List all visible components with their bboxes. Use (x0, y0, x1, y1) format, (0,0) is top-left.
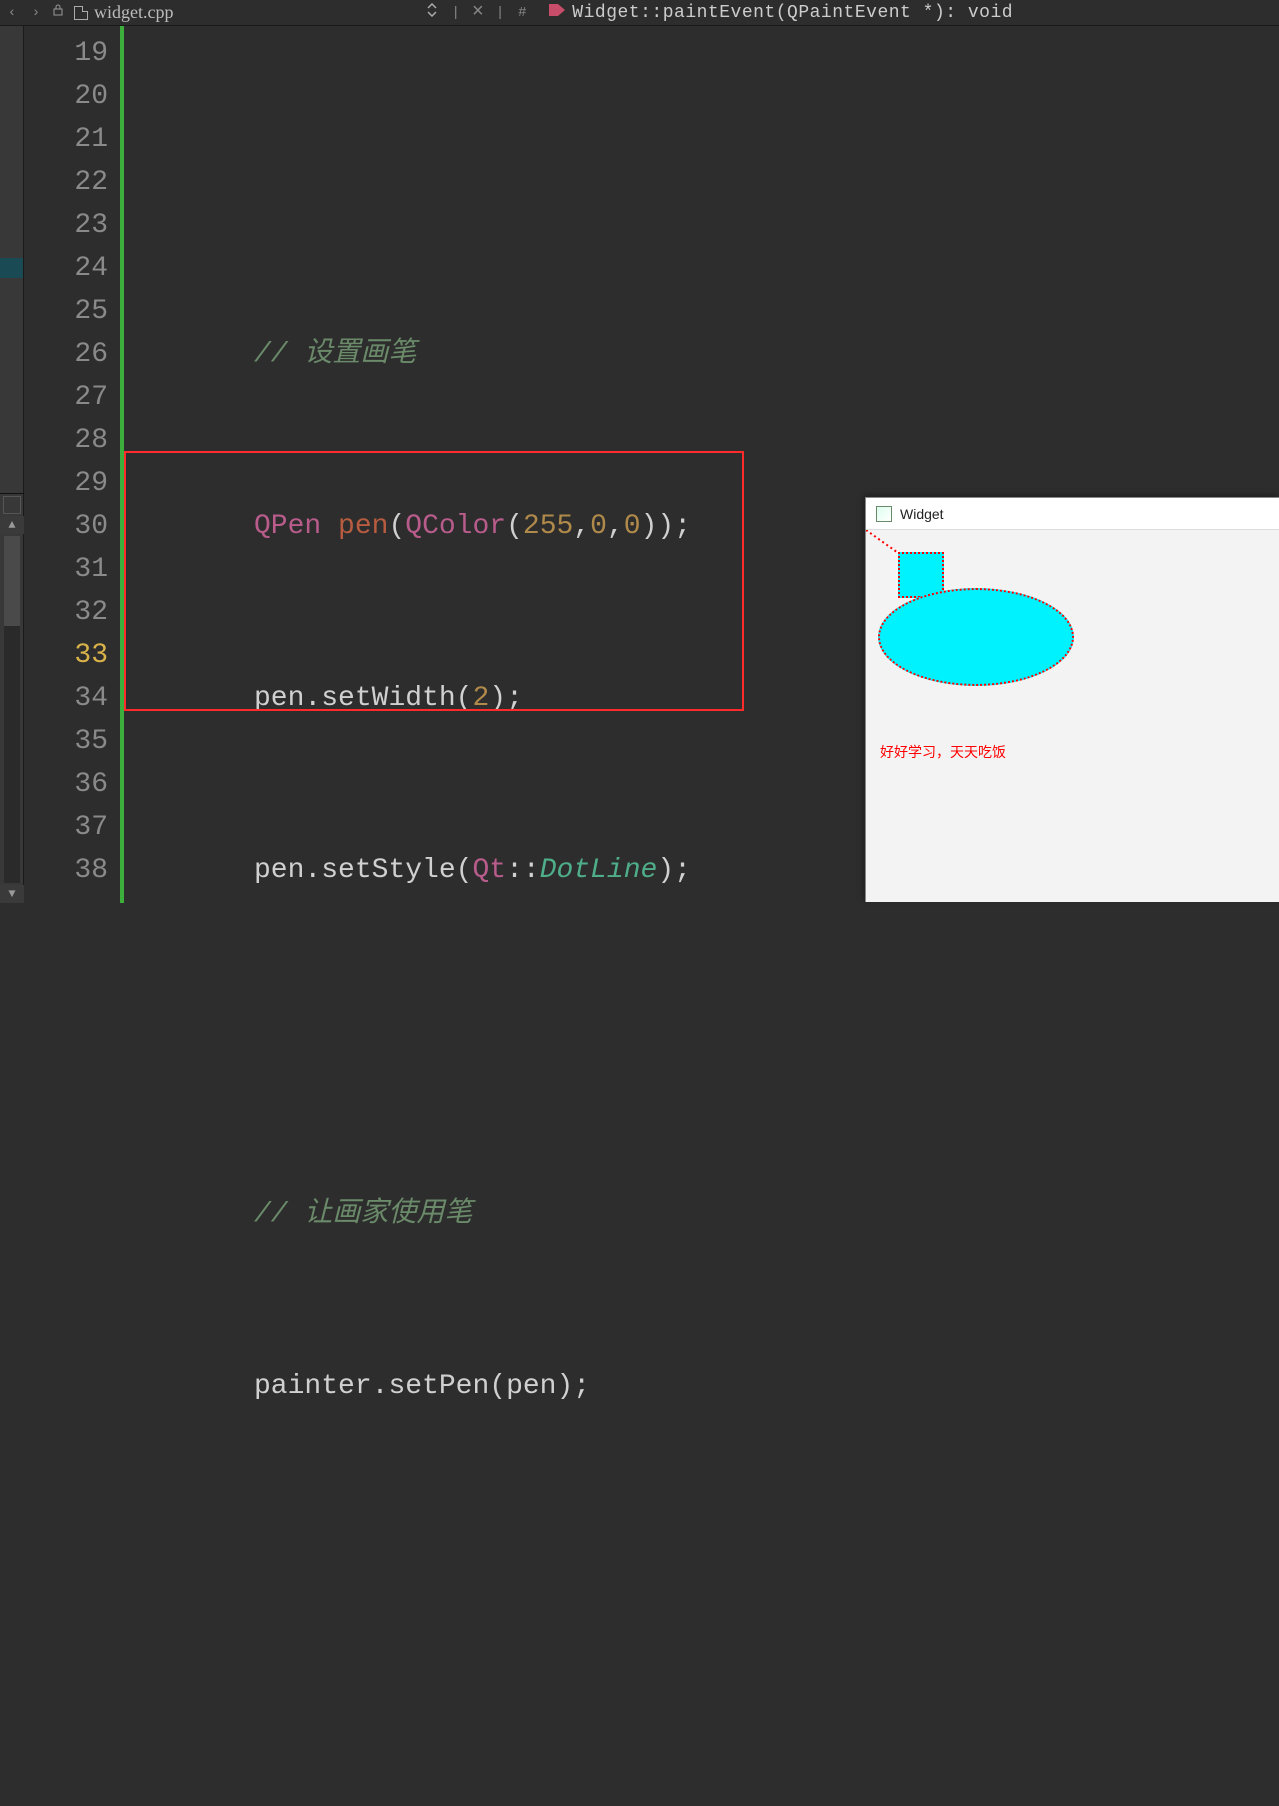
line-number: 38 (24, 849, 108, 892)
file-switcher-icon[interactable] (419, 3, 445, 22)
window-title: Widget (900, 506, 944, 522)
line-number: 32 (24, 591, 108, 634)
widget-preview-window[interactable]: Widget 好好学习，天天吃饭 (865, 497, 1279, 902)
window-titlebar[interactable]: Widget (866, 498, 1279, 530)
file-icon (74, 6, 88, 20)
hash-icon[interactable]: # (510, 5, 534, 21)
drawn-ellipse (878, 588, 1074, 686)
drawn-text: 好好学习，天天吃饭 (880, 742, 1006, 762)
line-number: 27 (24, 376, 108, 419)
nav-back-button[interactable]: ‹ (0, 5, 24, 21)
scroll-down-icon[interactable]: ▼ (0, 885, 24, 903)
scroll-up-icon[interactable]: ▲ (0, 516, 24, 534)
line-number: 25 (24, 290, 108, 333)
line-number: 31 (24, 548, 108, 591)
file-name: widget.cpp (94, 2, 173, 23)
app-icon (876, 506, 892, 522)
line-number: 34 (24, 677, 108, 720)
annotation-highlight-box (124, 451, 744, 711)
line-number: 35 (24, 720, 108, 763)
overview-scrollbar[interactable]: ▲ ▼ (0, 493, 24, 903)
nav-forward-button[interactable]: › (24, 5, 48, 21)
painted-canvas: 好好学习，天天吃饭 (866, 530, 1279, 902)
line-number: 23 (24, 204, 108, 247)
separator: | (490, 5, 510, 21)
line-number: 21 (24, 118, 108, 161)
line-number: 19 (24, 32, 108, 75)
line-number: 26 (24, 333, 108, 376)
line-number: 28 (24, 419, 108, 462)
close-button[interactable]: × (466, 1, 490, 24)
bookmark-marker[interactable] (0, 258, 23, 278)
line-number: 30 (24, 505, 108, 548)
lock-icon (48, 4, 68, 21)
scroll-thumb[interactable] (4, 536, 20, 626)
symbol-breadcrumb[interactable]: Widget::paintEvent(QPaintEvent *): void (572, 3, 1013, 23)
line-number: 24 (24, 247, 108, 290)
line-number: 37 (24, 806, 108, 849)
line-number: 29 (24, 462, 108, 505)
line-number: 36 (24, 763, 108, 806)
file-tab[interactable]: widget.cpp (68, 2, 179, 23)
tag-icon (548, 3, 566, 22)
separator: | (445, 5, 465, 21)
editor-toolbar: ‹ › widget.cpp | × | # Widget::paintEven… (0, 0, 1279, 26)
overview-header-icon (3, 496, 21, 514)
line-number: 33 (24, 634, 108, 677)
line-number: 22 (24, 161, 108, 204)
line-number-gutter: 19 20 21 22 23 24 25 26 27 28 29 30 31 3… (24, 26, 124, 903)
line-number: 20 (24, 75, 108, 118)
